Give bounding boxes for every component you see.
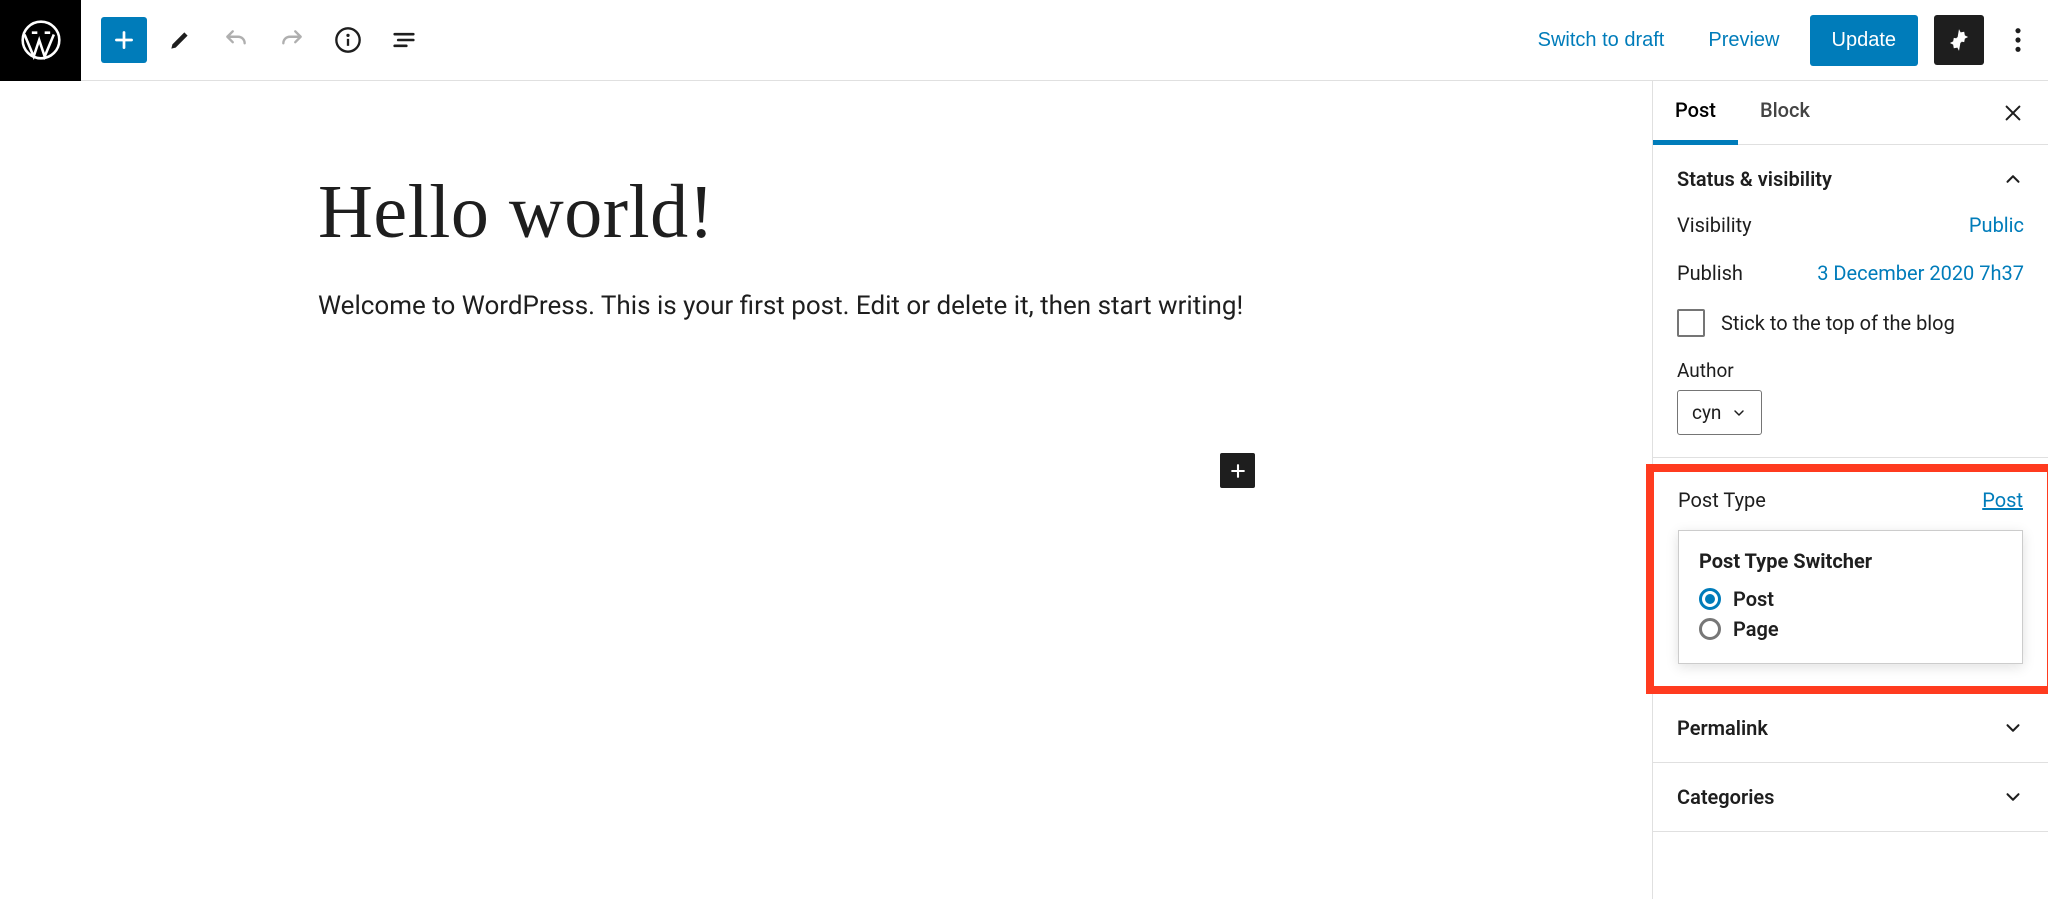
panel-categories: Categories	[1653, 763, 2048, 832]
panel-permalink: Permalink	[1653, 694, 2048, 763]
content-info-button[interactable]	[325, 17, 371, 63]
visibility-row: Visibility Public	[1677, 213, 2024, 237]
toolbar-left-group	[81, 17, 427, 63]
redo-button[interactable]	[269, 17, 315, 63]
plus-icon	[111, 27, 137, 53]
post-content-block[interactable]: Welcome to WordPress. This is your first…	[318, 287, 1652, 326]
toolbar-right-group: Switch to draft Preview Update	[1524, 15, 2048, 66]
author-label: Author	[1677, 359, 2024, 382]
panel-categories-header[interactable]: Categories	[1653, 763, 2048, 831]
permalink-title: Permalink	[1677, 716, 1768, 740]
post-type-current-link[interactable]: Post	[1982, 488, 2023, 512]
wordpress-logo[interactable]	[0, 0, 81, 81]
info-icon	[334, 26, 362, 54]
preview-button[interactable]: Preview	[1694, 19, 1793, 62]
author-select-value: cyn	[1692, 401, 1721, 424]
post-type-switcher-popover: Post Type Switcher Post Page	[1678, 530, 2023, 664]
panel-status-visibility-header[interactable]: Status & visibility	[1653, 145, 2048, 213]
post-type-heading: Post Type	[1678, 488, 1766, 512]
sidebar-tabs: Post Block	[1653, 81, 2048, 145]
categories-title: Categories	[1677, 785, 1774, 809]
sticky-checkbox-row[interactable]: Stick to the top of the blog	[1677, 309, 2024, 337]
post-type-highlight: Post Type Post Post Type Switcher Post P…	[1646, 464, 2048, 694]
outline-button[interactable]	[381, 17, 427, 63]
sticky-label: Stick to the top of the blog	[1721, 311, 1955, 335]
wordpress-icon	[19, 18, 63, 62]
radio-unselected-icon	[1699, 618, 1721, 640]
publish-label: Publish	[1677, 261, 1743, 285]
post-type-option-page-label: Page	[1733, 617, 1779, 641]
publish-value-link[interactable]: 3 December 2020 7h37	[1817, 261, 2024, 285]
panel-status-visibility: Status & visibility Visibility Public Pu…	[1653, 145, 2048, 458]
vertical-dots-icon	[2014, 26, 2022, 54]
chevron-down-icon	[1731, 405, 1747, 421]
outline-icon	[390, 26, 418, 54]
sticky-checkbox[interactable]	[1677, 309, 1705, 337]
author-select[interactable]: cyn	[1677, 390, 1762, 435]
visibility-label: Visibility	[1677, 213, 1752, 237]
redo-icon	[279, 27, 305, 53]
add-block-inline-button[interactable]	[1220, 453, 1255, 488]
post-type-switcher-title: Post Type Switcher	[1699, 549, 2002, 573]
undo-button[interactable]	[213, 17, 259, 63]
close-sidebar-button[interactable]	[1988, 88, 2038, 138]
post-type-option-post[interactable]: Post	[1699, 587, 2002, 611]
tab-block[interactable]: Block	[1738, 81, 1832, 145]
tab-post[interactable]: Post	[1653, 81, 1738, 145]
panel-title: Status & visibility	[1677, 167, 1832, 191]
update-button[interactable]: Update	[1810, 15, 1919, 66]
radio-selected-icon	[1699, 588, 1721, 610]
edit-mode-button[interactable]	[157, 17, 203, 63]
pencil-icon	[167, 27, 193, 53]
undo-icon	[223, 27, 249, 53]
close-icon	[2002, 102, 2024, 124]
editor-toolbar: Switch to draft Preview Update	[0, 0, 2048, 81]
panel-status-visibility-body: Visibility Public Publish 3 December 202…	[1653, 213, 2048, 457]
chevron-up-icon	[2002, 168, 2024, 190]
post-type-header: Post Type Post	[1678, 488, 2023, 512]
gear-icon	[1946, 27, 1972, 53]
chevron-down-icon	[2002, 786, 2024, 808]
more-options-button[interactable]	[2000, 15, 2036, 65]
add-block-toolbar-button[interactable]	[101, 17, 147, 63]
plus-icon	[1228, 461, 1248, 481]
panel-permalink-header[interactable]: Permalink	[1653, 694, 2048, 762]
settings-sidebar: Post Block Status & visibility Visibilit…	[1652, 81, 2048, 899]
post-title-input[interactable]: Hello world!	[318, 171, 1652, 255]
post-type-option-page[interactable]: Page	[1699, 617, 2002, 641]
visibility-value-link[interactable]: Public	[1969, 213, 2024, 237]
publish-row: Publish 3 December 2020 7h37	[1677, 261, 2024, 285]
editor-canvas: Hello world! Welcome to WordPress. This …	[0, 81, 1652, 899]
settings-toggle-button[interactable]	[1934, 15, 1984, 65]
switch-to-draft-button[interactable]: Switch to draft	[1524, 19, 1679, 62]
chevron-down-icon	[2002, 717, 2024, 739]
post-type-option-post-label: Post	[1733, 587, 1774, 611]
